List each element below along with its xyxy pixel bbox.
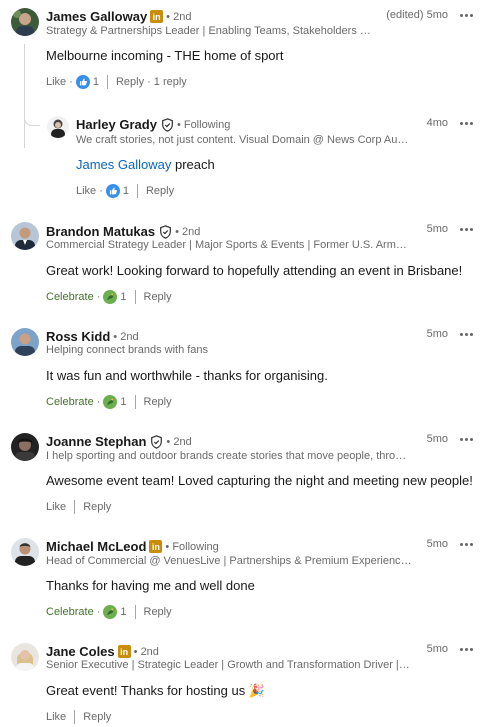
connection-degree: • 2nd xyxy=(175,225,201,238)
author-name[interactable]: Brandon Matukas xyxy=(46,224,155,239)
linkedin-premium-icon: in xyxy=(117,645,131,658)
reply-button[interactable]: Reply xyxy=(144,396,172,408)
author-headline: Head of Commercial @ VenuesLive | Partne… xyxy=(46,555,412,567)
linkedin-premium-icon: in xyxy=(150,10,164,23)
connection-degree: • 2nd xyxy=(133,645,159,658)
action-divider xyxy=(134,290,136,304)
comment-timestamp: 5mo xyxy=(426,328,448,340)
action-divider xyxy=(106,75,108,89)
reply-button[interactable]: Reply xyxy=(146,185,174,197)
comment-text: Thanks for having me and well done xyxy=(46,578,255,593)
reply-button[interactable]: Reply xyxy=(83,501,111,513)
like-button[interactable]: Like xyxy=(46,76,66,88)
avatar[interactable] xyxy=(47,116,69,138)
celebrate-button[interactable]: Celebrate xyxy=(46,396,94,408)
reply-button[interactable]: Reply xyxy=(83,711,111,723)
comment-timestamp: 5mo xyxy=(426,538,448,550)
comment-text-rest: preach xyxy=(171,157,215,172)
like-button[interactable]: Like xyxy=(46,711,66,723)
author-name[interactable]: Harley Grady xyxy=(76,117,157,132)
author-headline: Commercial Strategy Leader | Major Sport… xyxy=(46,239,412,251)
avatar[interactable] xyxy=(11,643,39,671)
thumbs-up-icon xyxy=(75,75,90,89)
action-divider xyxy=(74,710,76,724)
author-name[interactable]: Michael McLeod xyxy=(46,539,146,554)
avatar[interactable] xyxy=(11,328,39,356)
comment-text: Melbourne incoming - THE home of sport xyxy=(46,48,284,63)
author-headline: Senior Executive | Strategic Leader | Gr… xyxy=(46,659,412,671)
reaction-count[interactable]: 1 xyxy=(120,291,126,303)
avatar[interactable] xyxy=(11,8,39,36)
connection-degree: • 2nd xyxy=(166,10,192,23)
comment-text: Awesome event team! Loved capturing the … xyxy=(46,473,473,488)
verified-shield-icon xyxy=(151,434,163,449)
verified-shield-icon xyxy=(160,224,172,239)
replies-count-link[interactable]: 1 reply xyxy=(154,76,187,88)
action-divider xyxy=(136,184,138,198)
celebrate-button[interactable]: Celebrate xyxy=(46,291,94,303)
more-options-icon[interactable] xyxy=(459,434,475,444)
avatar[interactable] xyxy=(11,538,39,566)
comment-timestamp: (edited) 5mo xyxy=(386,9,448,21)
author-name[interactable]: Jane Coles xyxy=(46,644,115,659)
connection-degree: • Following xyxy=(165,540,219,553)
reaction-count[interactable]: 1 xyxy=(123,185,129,197)
action-divider xyxy=(134,605,136,619)
comment-text: James Galloway preach xyxy=(76,157,215,172)
reply-button[interactable]: Reply xyxy=(116,76,144,88)
reply-button[interactable]: Reply xyxy=(144,606,172,618)
comment-timestamp: 5mo xyxy=(426,223,448,235)
comment-text: Great event! Thanks for hosting us 🎉 xyxy=(46,683,266,698)
author-name[interactable]: Joanne Stephan xyxy=(46,434,146,449)
comment-timestamp: 5mo xyxy=(426,643,448,655)
reaction-count[interactable]: 1 xyxy=(120,396,126,408)
like-button[interactable]: Like xyxy=(46,501,66,513)
mention-link[interactable]: James Galloway xyxy=(76,157,171,172)
more-options-icon[interactable] xyxy=(459,118,475,128)
reaction-count[interactable]: 1 xyxy=(120,606,126,618)
reaction-count[interactable]: 1 xyxy=(93,76,99,88)
more-options-icon[interactable] xyxy=(459,539,475,549)
celebrate-icon xyxy=(103,290,118,304)
comment-text: It was fun and worthwhile - thanks for o… xyxy=(46,368,328,383)
celebrate-icon xyxy=(103,605,118,619)
celebrate-button[interactable]: Celebrate xyxy=(46,606,94,618)
like-button[interactable]: Like xyxy=(76,185,96,197)
author-name[interactable]: Ross Kidd xyxy=(46,329,110,344)
celebrate-icon xyxy=(103,395,118,409)
more-options-icon[interactable] xyxy=(459,224,475,234)
more-options-icon[interactable] xyxy=(459,644,475,654)
connection-degree: • 2nd xyxy=(113,330,139,343)
author-name[interactable]: James Galloway xyxy=(46,9,147,24)
comment-text: Great work! Looking forward to hopefully… xyxy=(46,263,463,278)
thumbs-up-icon xyxy=(105,184,120,198)
linkedin-premium-icon: in xyxy=(149,540,163,553)
avatar[interactable] xyxy=(11,222,39,250)
author-headline: I help sporting and outdoor brands creat… xyxy=(46,450,412,462)
author-headline: Helping connect brands with fans xyxy=(46,344,209,356)
avatar[interactable] xyxy=(11,433,39,461)
action-divider xyxy=(74,500,76,514)
action-divider xyxy=(134,395,136,409)
more-options-icon[interactable] xyxy=(459,329,475,339)
comment-timestamp: 5mo xyxy=(426,433,448,445)
connection-degree: • Following xyxy=(176,118,231,131)
verified-shield-icon xyxy=(162,117,173,132)
thread-connector xyxy=(24,44,25,148)
comment-timestamp: 4mo xyxy=(426,117,448,129)
author-headline: We craft stories, not just content. Visu… xyxy=(76,134,412,146)
thread-connector-curve xyxy=(24,112,40,126)
connection-degree: • 2nd xyxy=(166,435,192,448)
author-headline: Strategy & Partnerships Leader | Enablin… xyxy=(46,25,376,37)
reply-button[interactable]: Reply xyxy=(144,291,172,303)
more-options-icon[interactable] xyxy=(459,10,475,20)
